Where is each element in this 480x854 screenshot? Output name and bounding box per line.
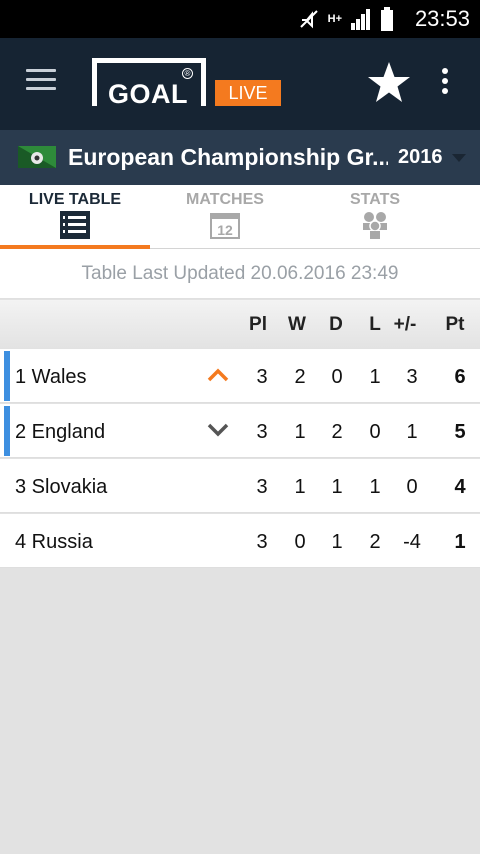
points-cell: 6 (454, 366, 466, 388)
column-header-played: Pl (249, 314, 267, 335)
lost-cell: 1 (369, 476, 381, 498)
won-cell: 2 (294, 366, 306, 388)
status-bar: H+ 23:53 (0, 0, 480, 38)
more-options-icon[interactable] (442, 68, 450, 96)
table-row[interactable]: 2 England 3 1 2 0 1 5 (0, 404, 480, 458)
points-cell: 4 (454, 476, 466, 498)
tab-matches[interactable]: MATCHES 12 (150, 185, 300, 249)
column-header-points: Pt (445, 314, 465, 335)
table-row[interactable]: 4 Russia 3 0 1 2 -4 1 (0, 514, 480, 568)
column-header-drawn: D (329, 314, 343, 335)
drawn-cell: 1 (331, 476, 343, 498)
goal-difference-cell: 3 (406, 366, 418, 388)
table-row[interactable]: 3 Slovakia 3 1 1 1 0 4 (0, 459, 480, 513)
tab-live-table-label: LIVE TABLE (28, 191, 122, 208)
tab-stats[interactable]: STATS (300, 185, 450, 249)
trademark-icon: ® (182, 68, 193, 79)
competition-title: European Championship Gr... (68, 144, 388, 170)
team-name: 1 Wales (15, 366, 87, 388)
team-name: 4 Russia (15, 531, 93, 553)
chevron-down-icon[interactable] (452, 154, 466, 162)
played-cell: 3 (256, 366, 268, 388)
battery-icon (381, 7, 393, 31)
favorite-star-icon[interactable] (366, 60, 412, 106)
won-cell: 1 (294, 476, 306, 498)
goal-difference-cell: -4 (403, 531, 421, 553)
network-type-icon: H+ (327, 13, 342, 25)
calendar-day: 12 (217, 222, 233, 238)
calendar-icon: 12 (210, 213, 240, 239)
played-cell: 3 (256, 421, 268, 443)
column-header-won: W (288, 314, 306, 335)
team-name: 3 Slovakia (15, 476, 108, 498)
won-cell: 0 (294, 531, 306, 553)
competition-logo-icon (18, 146, 56, 168)
won-cell: 1 (294, 421, 306, 443)
table-updated-text: Table Last Updated 20.06.2016 23:49 (0, 249, 480, 299)
status-icons: H+ (298, 6, 394, 32)
menu-icon[interactable] (26, 69, 56, 91)
lost-cell: 0 (369, 421, 381, 443)
trend-down-icon (207, 423, 229, 437)
points-cell: 5 (454, 421, 466, 443)
qualification-marker (4, 351, 10, 401)
list-icon (60, 211, 90, 239)
app-bar: GOAL ® LIVE (0, 38, 480, 130)
lost-cell: 1 (369, 366, 381, 388)
competition-selector[interactable]: European Championship Gr... 2016 (0, 130, 480, 185)
points-cell: 1 (454, 531, 466, 553)
lost-cell: 2 (369, 531, 381, 553)
drawn-cell: 1 (331, 531, 343, 553)
played-cell: 3 (256, 476, 268, 498)
table-row[interactable]: 1 Wales 3 2 0 1 3 6 (0, 349, 480, 403)
team-name: 2 England (15, 421, 106, 443)
drawn-cell: 0 (331, 366, 343, 388)
tab-matches-label: MATCHES (186, 191, 264, 208)
trend-up-icon (207, 368, 229, 382)
signal-icon (351, 9, 370, 30)
column-header-goal-difference: +/- (393, 314, 417, 335)
drawn-cell: 2 (331, 421, 343, 443)
goal-difference-cell: 1 (406, 421, 418, 443)
played-cell: 3 (256, 531, 268, 553)
players-icon (363, 212, 387, 239)
logo-text: GOAL (108, 79, 188, 109)
tab-stats-label: STATS (349, 191, 401, 208)
mute-icon (299, 10, 318, 29)
season-year[interactable]: 2016 (398, 146, 443, 169)
qualification-marker (4, 406, 10, 456)
goal-difference-cell: 0 (406, 476, 418, 498)
tab-live-table[interactable]: LIVE TABLE (0, 185, 150, 249)
logo-live-badge: LIVE (215, 80, 281, 106)
clock: 23:53 (414, 6, 470, 31)
table-header: Pl W D L +/- Pt (0, 300, 480, 348)
tab-bar: LIVE TABLE MATCHES 12 STATS (0, 185, 480, 249)
goal-logo: GOAL ® LIVE (92, 58, 282, 110)
